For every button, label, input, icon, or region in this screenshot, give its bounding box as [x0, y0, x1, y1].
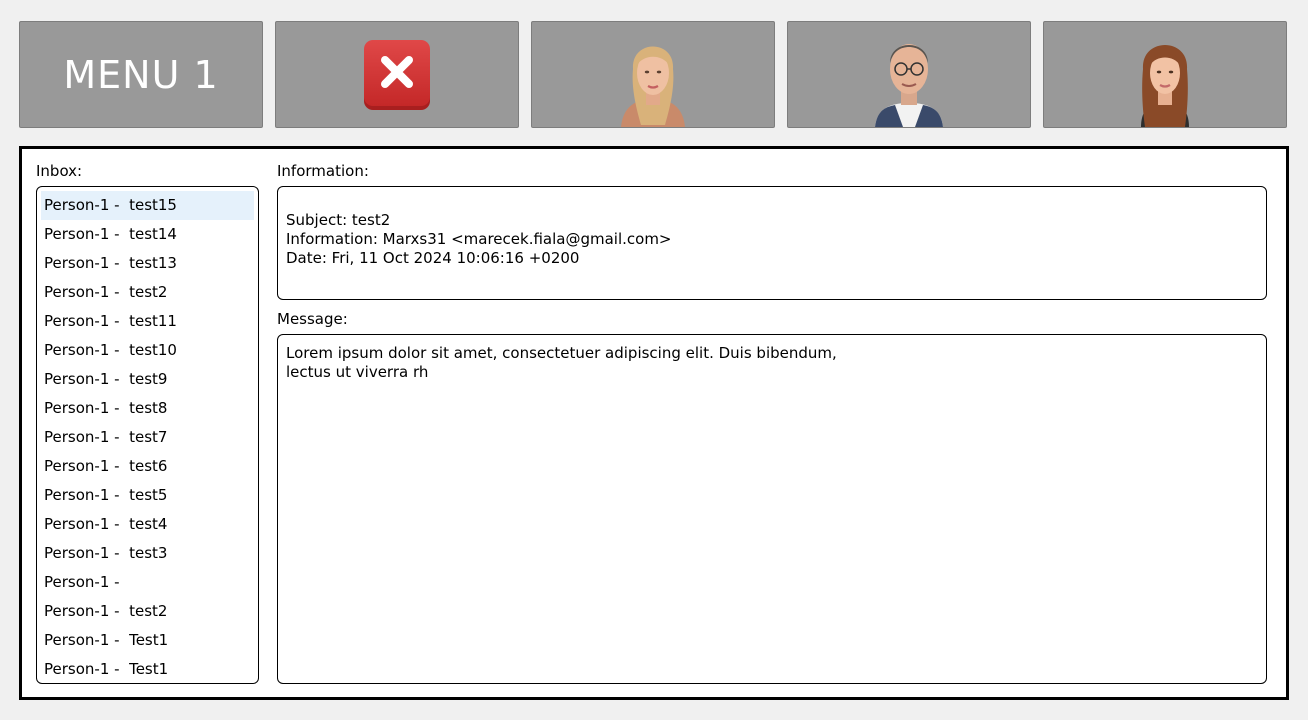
inbox-item[interactable]: Person-1 - test5	[41, 481, 254, 510]
inbox-item[interactable]: Person-1 - test11	[41, 307, 254, 336]
inbox-item[interactable]: Person-1 - Test1	[41, 655, 254, 683]
message-body[interactable]: Lorem ipsum dolor sit amet, consectetuer…	[277, 334, 1267, 684]
subject-line: Subject: test2	[286, 211, 391, 229]
inbox-item[interactable]: Person-1 - test9	[41, 365, 254, 394]
inbox-item[interactable]: Person-1 - test6	[41, 452, 254, 481]
inbox-item[interactable]: Person-1 - test14	[41, 220, 254, 249]
message-line: Lorem ipsum dolor sit amet, consectetuer…	[286, 344, 837, 362]
close-button[interactable]	[275, 21, 519, 128]
toolbar: MENU 1	[0, 0, 1308, 140]
contact-avatar-button-1[interactable]	[531, 21, 775, 128]
information-box[interactable]: Subject: test2 Information: Marxs31 <mar…	[277, 186, 1267, 300]
message-label: Message:	[277, 310, 348, 328]
inbox-list[interactable]: Person-1 - test15 Person-1 - test14 Person…	[36, 186, 259, 684]
message-line: lectus ut viverra rh	[286, 363, 429, 381]
inbox-item[interactable]: Person-1 -	[41, 568, 254, 597]
inbox-item[interactable]: Person-1 - test7	[41, 423, 254, 452]
inbox-item[interactable]: Person-1 - test15	[41, 191, 254, 220]
contact-avatar-button-3[interactable]	[1043, 21, 1287, 128]
inbox-item[interactable]: Person-1 - test13	[41, 249, 254, 278]
close-icon	[364, 39, 430, 110]
inbox-item[interactable]: Person-1 - test2	[41, 597, 254, 626]
menu-1-button[interactable]: MENU 1	[19, 21, 263, 128]
mail-panel: Inbox: Person-1 - test15 Person-1 - test1…	[19, 146, 1289, 700]
inbox-item[interactable]: Person-1 - test3	[41, 539, 254, 568]
from-line: Information: Marxs31 <marecek.fiala@gmai…	[286, 230, 672, 248]
information-label: Information:	[277, 162, 369, 180]
inbox-item[interactable]: Person-1 - test4	[41, 510, 254, 539]
contact-avatar-button-2[interactable]	[787, 21, 1031, 128]
avatar-woman-redhead-icon	[1141, 45, 1189, 127]
avatar-man-glasses-icon	[875, 44, 943, 127]
inbox-label: Inbox:	[36, 162, 83, 180]
date-line: Date: Fri, 11 Oct 2024 10:06:16 +0200	[286, 249, 580, 267]
inbox-item[interactable]: Person-1 - Test1	[41, 626, 254, 655]
menu-1-label: MENU 1	[63, 52, 219, 97]
inbox-item[interactable]: Person-1 - test2	[41, 278, 254, 307]
inbox-item[interactable]: Person-1 - test8	[41, 394, 254, 423]
inbox-item[interactable]: Person-1 - test10	[41, 336, 254, 365]
avatar-woman-blonde-icon	[621, 46, 685, 127]
